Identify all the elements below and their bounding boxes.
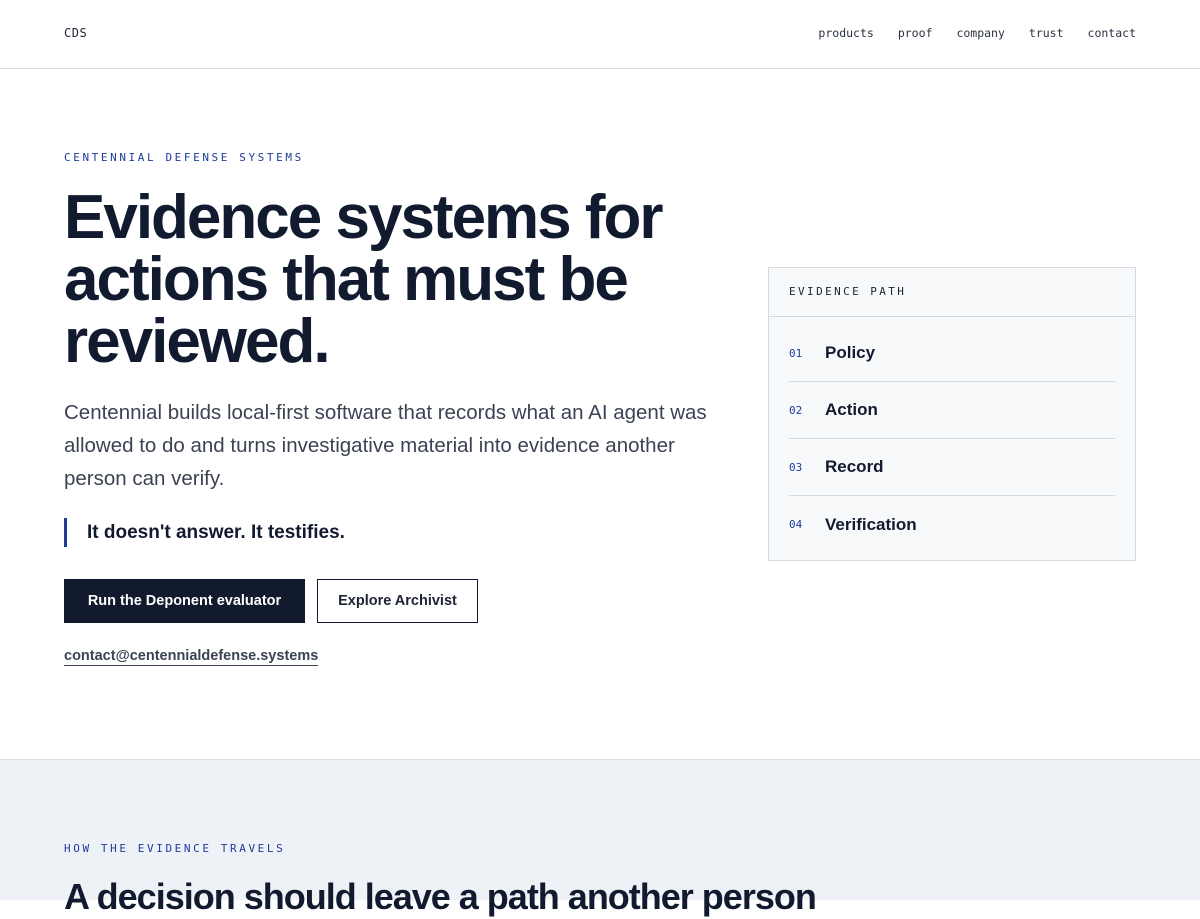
brand-logo-link[interactable]: CDS [64, 26, 87, 40]
evidence-step-record: 03 Record [789, 439, 1115, 496]
evidence-path-steps: 01 Policy 02 Action 03 Record 04 Verific… [769, 317, 1135, 553]
main-nav: products proof company trust contact [818, 26, 1136, 40]
how-evidence-travels-section: HOW THE EVIDENCE TRAVELS A decision shou… [0, 759, 1200, 917]
step-label: Record [825, 457, 884, 476]
step-number: 01 [789, 346, 803, 360]
section-title: A decision should leave a path another p… [64, 876, 817, 917]
contact-email-link[interactable]: contact@centennialdefense.systems [64, 648, 319, 666]
evidence-step-policy: 01 Policy [789, 317, 1115, 382]
nav-link-trust[interactable]: trust [1029, 26, 1064, 40]
evidence-path-panel: EVIDENCE PATH 01 Policy 02 Action 03 Rec… [768, 267, 1136, 561]
step-label: Verification [825, 514, 917, 534]
explore-archivist-button[interactable]: Explore Archivist [317, 579, 478, 623]
step-label: Policy [825, 343, 876, 362]
step-number: 03 [789, 460, 803, 474]
nav-link-proof[interactable]: proof [898, 26, 933, 40]
section-eyebrow: HOW THE EVIDENCE TRAVELS [64, 842, 286, 855]
evidence-step-verification: 04 Verification [789, 496, 1115, 553]
hero-lede: Centennial builds local-first software t… [64, 401, 707, 490]
hero-headline: Evidence systems for actions that must b… [64, 183, 664, 376]
nav-link-products[interactable]: products [818, 26, 873, 40]
nav-link-contact[interactable]: contact [1088, 26, 1136, 40]
hero-eyebrow: CENTENNIAL DEFENSE SYSTEMS [64, 151, 304, 164]
evidence-step-action: 02 Action [789, 382, 1115, 439]
step-label: Action [825, 400, 878, 419]
hero-tagline-quote: It doesn't answer. It testifies. [64, 518, 345, 547]
run-deponent-evaluator-button[interactable]: Run the Deponent evaluator [64, 579, 305, 623]
hero-section: CENTENNIAL DEFENSE SYSTEMS Evidence syst… [0, 69, 1200, 759]
evidence-path-title: EVIDENCE PATH [769, 268, 1135, 317]
step-number: 02 [789, 403, 803, 417]
step-number: 04 [789, 518, 803, 531]
top-navigation-bar: CDS products proof company trust contact [0, 0, 1200, 69]
nav-link-company[interactable]: company [956, 26, 1004, 40]
